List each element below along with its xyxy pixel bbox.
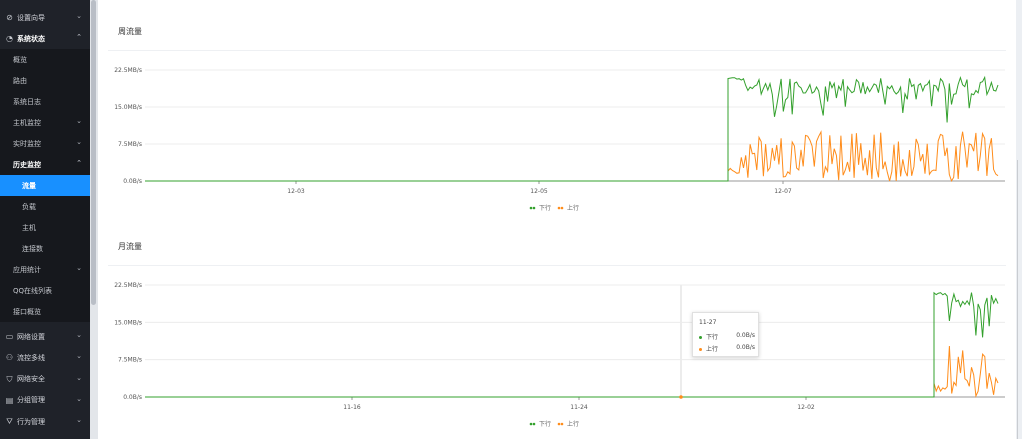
legend-label-down: 下行 <box>539 420 551 428</box>
x-tick-label: 12-05 <box>530 188 548 195</box>
series-line-up <box>145 345 999 398</box>
tooltip-dot-up <box>699 348 702 351</box>
legend-label-up: 上行 <box>567 420 579 428</box>
y-tick-label: 7.5MB/s <box>118 141 142 148</box>
y-tick-label: 22.5MB/s <box>114 67 142 74</box>
x-tick-label: 11-24 <box>570 404 588 411</box>
tooltip-label-down: 下行 <box>706 334 719 341</box>
y-tick-label: 22.5MB/s <box>114 282 142 289</box>
traffic-charts: 22.5MB/s 15.0MB/s 7.5MB/s 0.0B/s 12-03 12-05 1… <box>114 67 1005 428</box>
y-tick-label: 7.5MB/s <box>118 357 142 364</box>
x-tick-label: 12-02 <box>797 404 815 411</box>
y-tick-label: 0.0B/s <box>123 394 142 401</box>
series-line-up <box>145 130 999 183</box>
legend-dot-up <box>560 422 564 426</box>
tooltip-date: 11-27 <box>699 319 717 326</box>
tooltip-label-up: 上行 <box>706 346 719 353</box>
y-tick-label: 0.0B/s <box>123 178 142 185</box>
legend-dot-up <box>557 206 561 210</box>
x-tick-label: 11-16 <box>343 404 361 411</box>
series-line-down <box>145 75 999 182</box>
y-tick-label: 15.0MB/s <box>114 319 142 326</box>
legend-label-down: 下行 <box>539 204 551 212</box>
x-tick-label: 12-07 <box>774 188 792 195</box>
legend-dot-up <box>560 206 564 210</box>
tooltip-value-down: 0.0B/s <box>736 332 755 339</box>
tooltip-value-up: 0.0B/s <box>736 344 755 351</box>
tooltip-row-up: 上行 0.0B/s <box>699 344 755 353</box>
y-tick-label: 15.0MB/s <box>114 104 142 111</box>
legend-dot-down <box>532 422 536 426</box>
legend-dot-up <box>557 422 561 426</box>
x-tick-label: 12-03 <box>287 188 305 195</box>
chart-tooltip: 11-27 下行 0.0B/s 上行 0.0B/s <box>692 312 759 357</box>
legend-dot-down <box>529 422 533 426</box>
legend-dot-down <box>532 206 536 210</box>
legend-label-up: 上行 <box>567 204 579 212</box>
series-line-down <box>145 291 999 398</box>
tooltip-row-down: 下行 0.0B/s <box>699 332 755 341</box>
legend-dot-down <box>529 206 533 210</box>
crosshair-point <box>679 395 683 399</box>
tooltip-dot-down <box>699 336 702 339</box>
